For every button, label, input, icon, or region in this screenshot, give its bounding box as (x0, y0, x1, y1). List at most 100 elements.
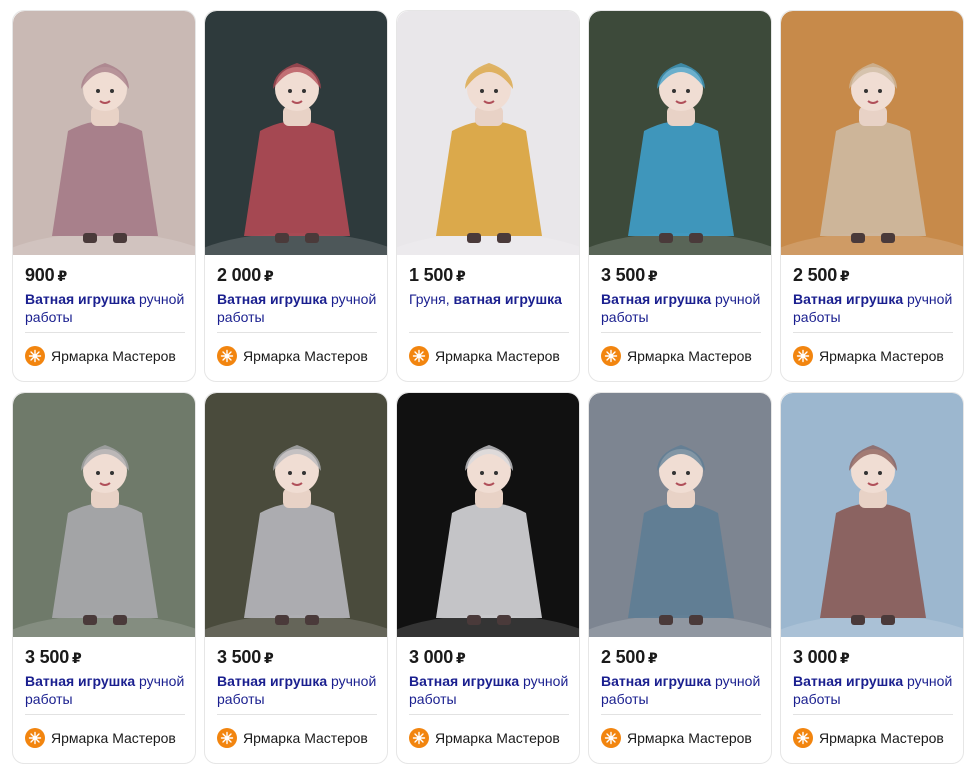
doll-image (205, 11, 387, 255)
shop-name: Ярмарка Мастеров (627, 730, 752, 746)
product-card[interactable]: 3 000 ₽ Ватная игрушка ручной работы Ярма… (396, 392, 580, 764)
shop-logo-icon (601, 728, 621, 748)
card-divider (217, 714, 377, 715)
product-image[interactable] (781, 393, 963, 637)
card-divider (25, 714, 185, 715)
product-title[interactable]: Ватная игрушка ручной работы (25, 672, 190, 708)
doll-image (397, 393, 579, 637)
title-bold: Ватная игрушка (25, 673, 136, 689)
shop-name: Ярмарка Мастеров (819, 348, 944, 364)
currency-sign: ₽ (648, 268, 658, 284)
product-image[interactable] (13, 393, 195, 637)
title-bold: Ватная игрушка (217, 291, 328, 307)
product-price: 2 500 ₽ (793, 265, 850, 285)
product-title[interactable]: Ватная игрушка ручной работы (217, 672, 382, 708)
product-card[interactable]: 2 000 ₽ Ватная игрушка ручной работы Ярма… (204, 10, 388, 382)
product-image[interactable] (205, 393, 387, 637)
product-card[interactable]: 3 500 ₽ Ватная игрушка ручной работы Ярма… (588, 10, 772, 382)
product-title[interactable]: Груня, ватная игрушка (409, 290, 574, 308)
product-title[interactable]: Ватная игрушка ручной работы (25, 290, 190, 326)
currency-sign: ₽ (57, 268, 67, 284)
shop-logo-icon (25, 346, 45, 366)
product-price: 3 500 ₽ (25, 647, 82, 667)
shop-link[interactable]: Ярмарка Мастеров (409, 728, 560, 748)
shop-link[interactable]: Ярмарка Мастеров (793, 346, 944, 366)
shop-link[interactable]: Ярмарка Мастеров (25, 728, 176, 748)
shop-name: Ярмарка Мастеров (819, 730, 944, 746)
product-card[interactable]: 1 500 ₽ Груня, ватная игрушка Ярмарка Мас… (396, 10, 580, 382)
product-card[interactable]: 3 500 ₽ Ватная игрушка ручной работы Ярма… (204, 392, 388, 764)
title-bold: Ватная игрушка (601, 291, 712, 307)
shop-logo-icon (217, 346, 237, 366)
shop-logo-icon (793, 728, 813, 748)
product-image[interactable] (397, 11, 579, 255)
shop-link[interactable]: Ярмарка Мастеров (217, 346, 368, 366)
title-bold: ватная игрушка (453, 291, 562, 307)
doll-image (781, 11, 963, 255)
card-divider (217, 332, 377, 333)
product-image[interactable] (589, 11, 771, 255)
product-title[interactable]: Ватная игрушка ручной работы (601, 672, 766, 708)
shop-logo-icon (601, 346, 621, 366)
shop-link[interactable]: Ярмарка Мастеров (793, 728, 944, 748)
doll-image (589, 11, 771, 255)
product-title[interactable]: Ватная игрушка ручной работы (793, 290, 958, 326)
card-divider (409, 714, 569, 715)
product-image[interactable] (781, 11, 963, 255)
currency-sign: ₽ (264, 650, 274, 666)
shop-logo-icon (793, 346, 813, 366)
card-divider (601, 714, 761, 715)
title-bold: Ватная игрушка (793, 291, 904, 307)
product-title[interactable]: Ватная игрушка ручной работы (793, 672, 958, 708)
card-divider (409, 332, 569, 333)
doll-image (13, 393, 195, 637)
shop-name: Ярмарка Мастеров (243, 730, 368, 746)
shop-link[interactable]: Ярмарка Мастеров (601, 346, 752, 366)
product-card[interactable]: 2 500 ₽ Ватная игрушка ручной работы Ярма… (588, 392, 772, 764)
title-bold: Ватная игрушка (601, 673, 712, 689)
currency-sign: ₽ (264, 268, 274, 284)
shop-link[interactable]: Ярмарка Мастеров (25, 346, 176, 366)
shop-link[interactable]: Ярмарка Мастеров (409, 346, 560, 366)
shop-name: Ярмарка Мастеров (435, 348, 560, 364)
card-divider (793, 714, 953, 715)
product-price: 3 000 ₽ (793, 647, 850, 667)
product-image[interactable] (13, 11, 195, 255)
product-image[interactable] (205, 11, 387, 255)
currency-sign: ₽ (456, 268, 466, 284)
shop-name: Ярмарка Мастеров (435, 730, 560, 746)
doll-image (13, 11, 195, 255)
shop-logo-icon (409, 346, 429, 366)
shop-logo-icon (409, 728, 429, 748)
currency-sign: ₽ (840, 268, 850, 284)
product-title[interactable]: Ватная игрушка ручной работы (601, 290, 766, 326)
product-card[interactable]: 2 500 ₽ Ватная игрушка ручной работы Ярма… (780, 10, 964, 382)
title-prefix: Груня, (409, 291, 454, 307)
shop-link[interactable]: Ярмарка Мастеров (601, 728, 752, 748)
product-image[interactable] (397, 393, 579, 637)
product-card[interactable]: 3 500 ₽ Ватная игрушка ручной работы Ярма… (12, 392, 196, 764)
product-title[interactable]: Ватная игрушка ручной работы (217, 290, 382, 326)
product-title[interactable]: Ватная игрушка ручной работы (409, 672, 574, 708)
doll-image (781, 393, 963, 637)
title-bold: Ватная игрушка (25, 291, 136, 307)
shop-link[interactable]: Ярмарка Мастеров (217, 728, 368, 748)
card-divider (793, 332, 953, 333)
product-image[interactable] (589, 393, 771, 637)
title-bold: Ватная игрушка (793, 673, 904, 689)
currency-sign: ₽ (456, 650, 466, 666)
card-divider (25, 332, 185, 333)
currency-sign: ₽ (648, 650, 658, 666)
product-price: 1 500 ₽ (409, 265, 466, 285)
product-card[interactable]: 900 ₽ Ватная игрушка ручной работы Ярмарк… (12, 10, 196, 382)
product-price: 900 ₽ (25, 265, 67, 285)
shop-logo-icon (217, 728, 237, 748)
product-card[interactable]: 3 000 ₽ Ватная игрушка ручной работы Ярма… (780, 392, 964, 764)
doll-image (589, 393, 771, 637)
doll-image (205, 393, 387, 637)
shop-name: Ярмарка Мастеров (51, 348, 176, 364)
currency-sign: ₽ (840, 650, 850, 666)
product-price: 3 500 ₽ (217, 647, 274, 667)
product-price: 3 500 ₽ (601, 265, 658, 285)
shop-name: Ярмарка Мастеров (243, 348, 368, 364)
